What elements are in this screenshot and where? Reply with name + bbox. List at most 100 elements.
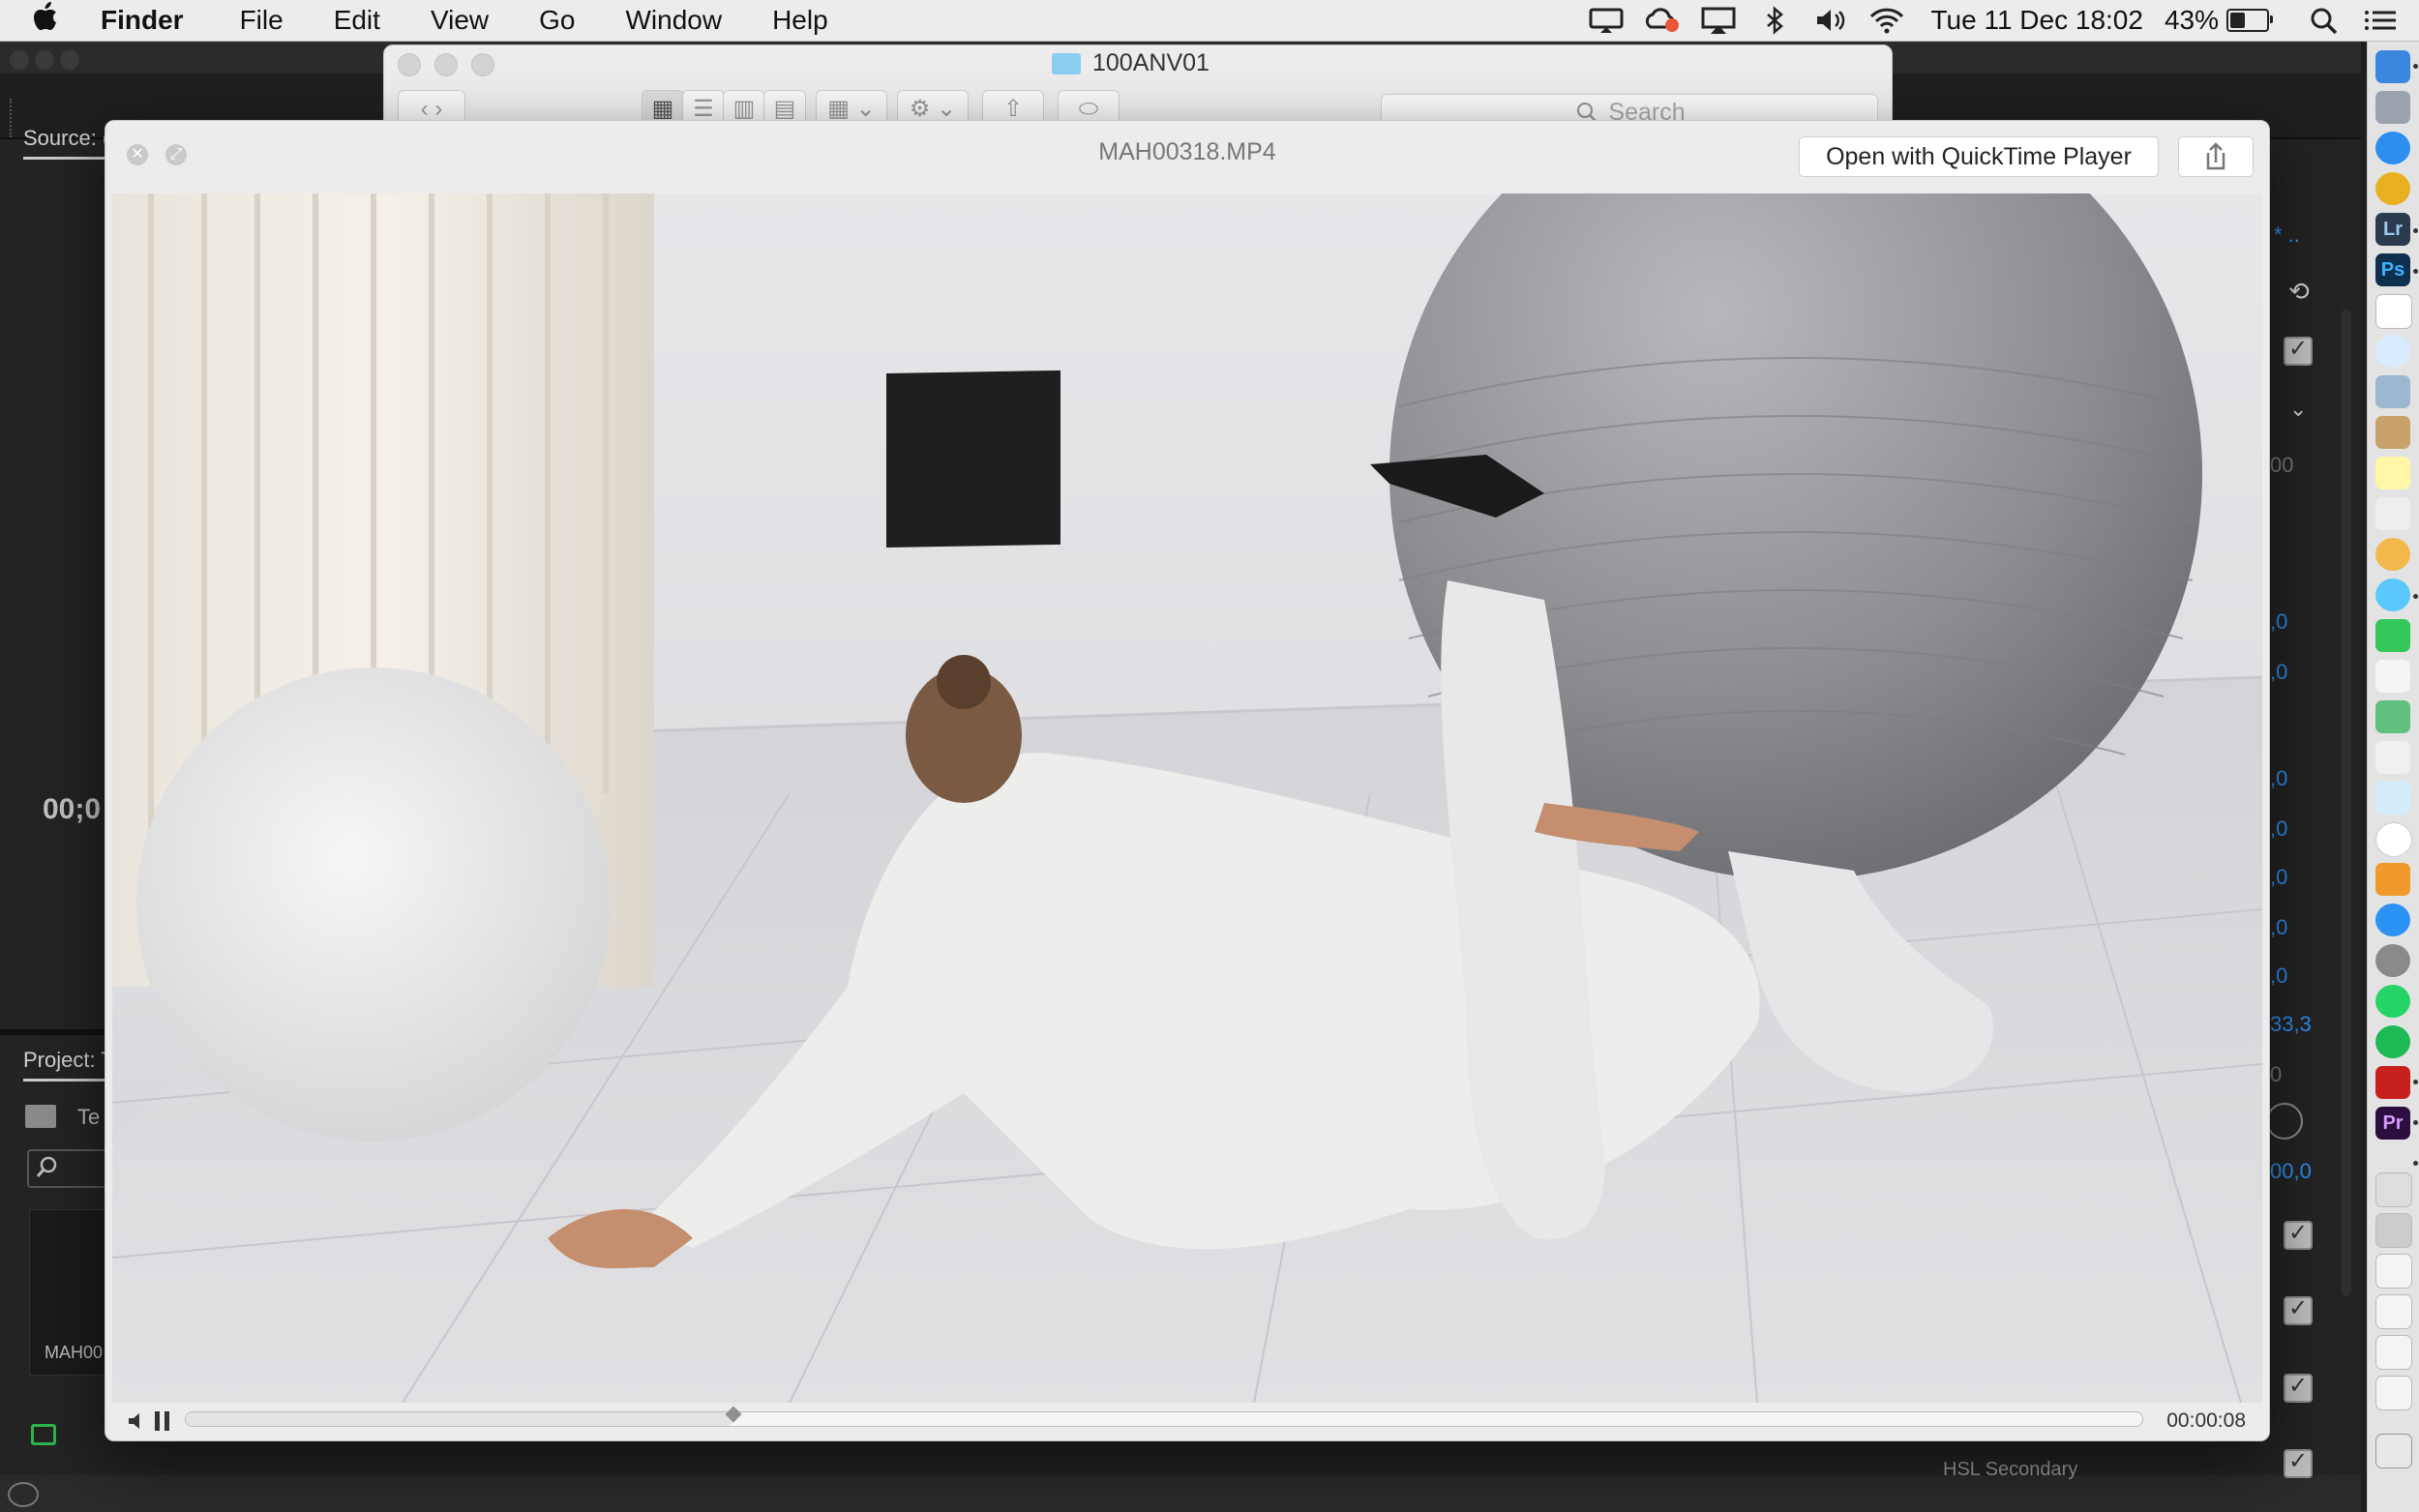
- creative-cloud-status-icon[interactable]: [8, 1482, 39, 1507]
- finder-zoom-button[interactable]: [471, 53, 494, 76]
- video-frame[interactable]: [112, 193, 2262, 1403]
- wifi-icon[interactable]: [1867, 6, 1906, 35]
- running-indicator: [2413, 1120, 2418, 1125]
- one-password-icon[interactable]: [2375, 335, 2410, 368]
- value-3[interactable]: ,0: [2270, 766, 2287, 791]
- checkbox-5[interactable]: [2284, 1447, 2313, 1478]
- app-store-icon[interactable]: [2375, 904, 2410, 936]
- pages-icon[interactable]: [2375, 660, 2410, 693]
- source-timecode: 00;0: [43, 793, 102, 825]
- launchpad-icon[interactable]: [2375, 91, 2410, 124]
- photoshop-icon[interactable]: Ps: [2375, 253, 2410, 286]
- video-scrubber[interactable]: [185, 1406, 2143, 1427]
- lightroom-icon[interactable]: Lr: [2375, 213, 2410, 246]
- airplay-icon[interactable]: [1699, 6, 1738, 35]
- menu-help[interactable]: Help: [772, 5, 828, 36]
- reminders-icon[interactable]: [2375, 497, 2410, 530]
- system-preferences-icon[interactable]: [2375, 944, 2410, 977]
- notification-center-icon[interactable]: [2361, 6, 2400, 35]
- numbers-icon[interactable]: [2375, 700, 2410, 733]
- reset-icon[interactable]: ⟲: [2288, 277, 2310, 307]
- playback-controls: 00:00:08: [105, 1404, 2269, 1440]
- project-panel-tab[interactable]: Project: T: [23, 1048, 114, 1082]
- value-8[interactable]: 33,3: [2270, 1012, 2312, 1037]
- messages-icon[interactable]: [2375, 578, 2410, 611]
- value-6[interactable]: ,0: [2270, 915, 2287, 940]
- acrobat-icon[interactable]: [2375, 1066, 2410, 1099]
- creative-cloud-icon[interactable]: [1643, 6, 1682, 35]
- clock[interactable]: Tue 11 Dec 18:02: [1930, 5, 2142, 36]
- recent-document-icon[interactable]: [2375, 1335, 2412, 1370]
- premiere-minimize-button[interactable]: [35, 50, 54, 70]
- value-2[interactable]: ,0: [2270, 660, 2287, 685]
- premiere-icon[interactable]: Pr: [2375, 1107, 2410, 1140]
- recent-document-icon[interactable]: [2375, 1294, 2412, 1329]
- recent-document-icon[interactable]: [2375, 1213, 2412, 1248]
- wheel-reset-icon[interactable]: [2266, 1103, 2303, 1140]
- battery-percent[interactable]: 43%: [2165, 5, 2219, 36]
- menu-edit[interactable]: Edit: [334, 5, 380, 36]
- running-indicator: [2413, 1080, 2418, 1084]
- lumetri-panel-title[interactable]: * ..: [2274, 222, 2300, 248]
- video-time: 00:00:08: [2166, 1409, 2246, 1432]
- ibooks-icon[interactable]: [2375, 863, 2410, 896]
- lumetri-scrollbar[interactable]: [2342, 310, 2351, 1296]
- volume-icon[interactable]: [125, 1409, 148, 1433]
- facetime-icon[interactable]: [2375, 619, 2410, 652]
- finder-minimize-button[interactable]: [434, 53, 458, 76]
- photos-icon[interactable]: [2375, 538, 2410, 571]
- preview-icon[interactable]: [2375, 375, 2410, 408]
- dock: Lr Ps Pr: [2367, 41, 2419, 1512]
- volume-icon[interactable]: [1811, 6, 1850, 35]
- itunes-icon[interactable]: [2375, 822, 2412, 857]
- chrome-icon[interactable]: [2375, 172, 2410, 205]
- calendar-icon[interactable]: [2375, 294, 2412, 329]
- textedit-icon[interactable]: [2375, 741, 2410, 774]
- project-name: Te: [77, 1105, 101, 1129]
- finder-close-button[interactable]: [398, 53, 421, 76]
- menu-go[interactable]: Go: [539, 5, 575, 36]
- trash-icon[interactable]: [2375, 1434, 2412, 1468]
- checkbox-4[interactable]: [2284, 1372, 2313, 1403]
- monitor-icon[interactable]: [1587, 6, 1626, 35]
- checkbox-1[interactable]: [2284, 335, 2313, 366]
- running-indicator: [2413, 64, 2418, 69]
- chevron-down-icon[interactable]: ⌄: [2289, 397, 2307, 422]
- panel-grip[interactable]: [10, 99, 17, 137]
- menu-view[interactable]: View: [431, 5, 489, 36]
- value-9[interactable]: 00,0: [2270, 1159, 2312, 1184]
- value-7[interactable]: ,0: [2270, 964, 2287, 989]
- recent-document-icon[interactable]: [2375, 1254, 2412, 1289]
- recent-document-icon[interactable]: [2375, 1376, 2412, 1410]
- pause-icon[interactable]: [154, 1411, 171, 1431]
- recent-document-icon[interactable]: [2375, 1172, 2412, 1207]
- value-4[interactable]: ,0: [2270, 816, 2287, 842]
- menu-finder[interactable]: Finder: [101, 5, 184, 36]
- open-with-quicktime-button[interactable]: Open with QuickTime Player: [1799, 136, 2159, 177]
- apple-menu-icon[interactable]: [33, 2, 72, 39]
- checkbox-2[interactable]: [2284, 1219, 2313, 1250]
- premiere-close-button[interactable]: [10, 50, 29, 70]
- value-5[interactable]: ,0: [2270, 865, 2287, 890]
- premiere-zoom-button[interactable]: [60, 50, 79, 70]
- notes-icon[interactable]: [2375, 457, 2410, 489]
- finder-icon[interactable]: [2375, 50, 2410, 83]
- whatsapp-icon[interactable]: [2375, 985, 2410, 1018]
- project-clip-name[interactable]: MAH00: [45, 1343, 103, 1363]
- hsl-secondary-label[interactable]: HSL Secondary: [1943, 1459, 2077, 1481]
- menu-window[interactable]: Window: [625, 5, 722, 36]
- checkbox-3[interactable]: [2284, 1294, 2313, 1325]
- spotify-icon[interactable]: [2375, 1025, 2410, 1058]
- migration-icon[interactable]: [2375, 782, 2410, 815]
- running-indicator: [2413, 228, 2418, 233]
- menu-file[interactable]: File: [240, 5, 284, 36]
- contacts-icon[interactable]: [2375, 416, 2410, 449]
- bluetooth-icon[interactable]: [1755, 6, 1794, 35]
- value-1[interactable]: ,0: [2270, 609, 2287, 635]
- source-panel-tab[interactable]: Source: (: [23, 126, 110, 160]
- battery-icon[interactable]: [2226, 9, 2273, 32]
- spotlight-search-icon[interactable]: [2305, 6, 2344, 35]
- safari-icon[interactable]: [2375, 132, 2410, 164]
- lock-icon[interactable]: [31, 1424, 56, 1445]
- share-button[interactable]: [2178, 136, 2254, 177]
